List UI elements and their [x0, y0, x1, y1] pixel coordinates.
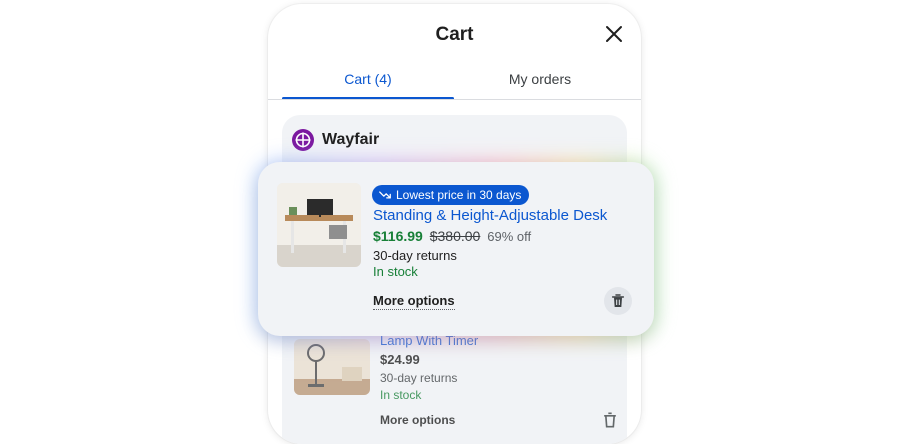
wayfair-logo-icon — [292, 129, 314, 151]
badge-label: Lowest price in 30 days — [396, 188, 522, 202]
desk-returns: 30-day returns — [373, 248, 457, 263]
page-title: Cart — [435, 24, 474, 45]
trending-down-icon — [379, 191, 391, 199]
trash-icon — [611, 294, 625, 307]
lamp-price: $24.99 — [380, 352, 420, 367]
desk-price-row: $116.99 $380.00 69% off — [373, 228, 531, 244]
cart-item-desk: Lowest price in 30 days Standing & Heigh… — [258, 162, 654, 336]
tab-my-orders[interactable]: My orders — [454, 71, 626, 87]
trash-icon — [604, 412, 616, 428]
desk-original-price: $380.00 — [429, 228, 481, 244]
lamp-delete-button[interactable] — [600, 410, 620, 430]
close-button[interactable] — [602, 22, 626, 46]
desk-title[interactable]: Standing & Height-Adjustable Desk — [373, 207, 607, 224]
tab-divider — [268, 99, 641, 100]
store-name: Wayfair — [322, 131, 380, 148]
desk-delete-button[interactable] — [604, 287, 632, 315]
lamp-product-image[interactable] — [294, 339, 370, 395]
desk-stock-status: In stock — [373, 264, 418, 279]
desk-product-image[interactable] — [277, 183, 361, 267]
lamp-returns: 30-day returns — [380, 371, 458, 385]
tab-cart[interactable]: Cart (4) — [282, 71, 454, 87]
close-icon — [606, 26, 622, 42]
lamp-stock-status: In stock — [380, 388, 422, 402]
desk-more-options[interactable]: More options — [373, 293, 455, 310]
desk-price: $116.99 — [373, 228, 423, 244]
desk-discount: 69% off — [487, 229, 532, 244]
lamp-more-options[interactable]: More options — [380, 413, 455, 427]
lowest-price-badge: Lowest price in 30 days — [372, 185, 530, 205]
